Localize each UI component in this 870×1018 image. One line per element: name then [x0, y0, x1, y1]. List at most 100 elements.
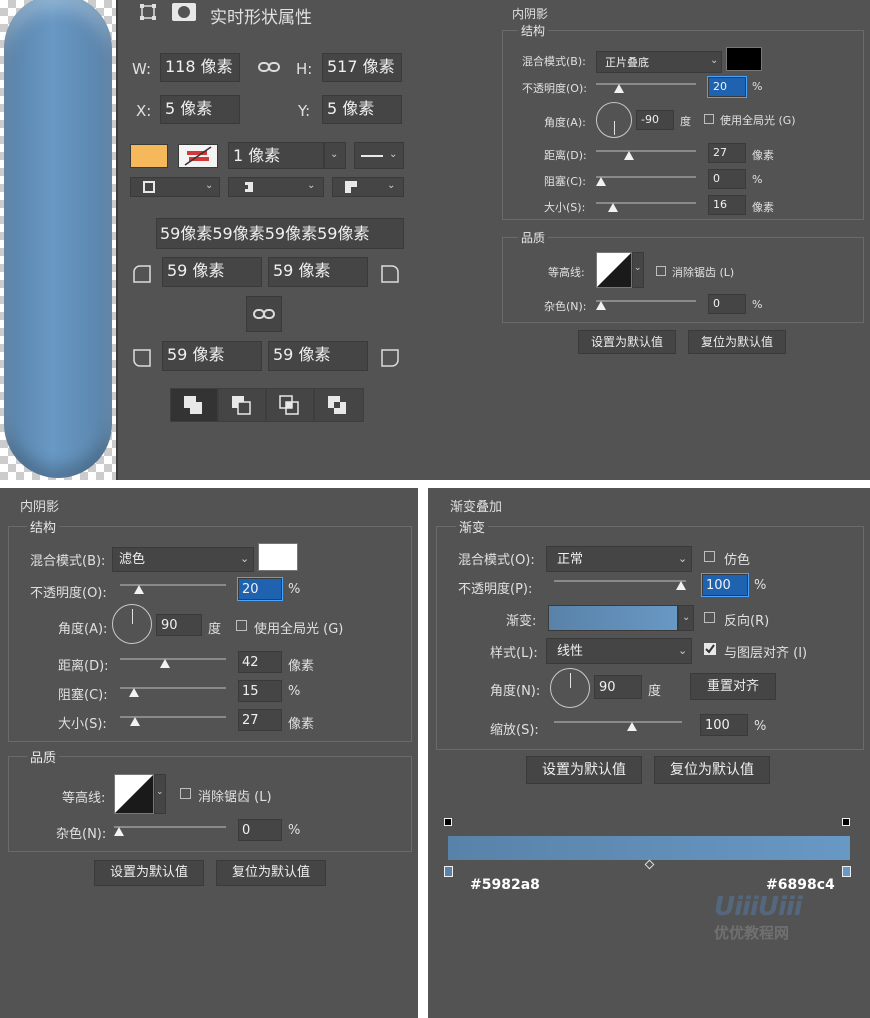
choke-field[interactable]: 15	[238, 680, 282, 702]
color-stop-right[interactable]	[842, 866, 851, 877]
choke-slider-thumb[interactable]	[596, 177, 606, 186]
stroke-cap-dropdown[interactable]: ⌄	[228, 177, 324, 197]
blend-mode-select[interactable]: 正常	[546, 546, 692, 572]
size-slider-thumb[interactable]	[130, 717, 140, 726]
gradient-editor-bar[interactable]	[448, 836, 850, 860]
width-field[interactable]: 118 像素	[160, 53, 240, 82]
distance-slider-thumb[interactable]	[624, 151, 634, 160]
opacity-stop-right[interactable]	[842, 818, 850, 826]
stroke-type-dropdown[interactable]: ⌄	[354, 142, 404, 169]
antialias-checkbox[interactable]	[180, 788, 191, 799]
shadow-color-swatch[interactable]	[258, 543, 298, 571]
noise-slider-track[interactable]	[596, 300, 696, 302]
corner-radii-field[interactable]: 59像素59像素59像素59像素	[156, 218, 404, 249]
angle-field[interactable]: -90	[636, 110, 674, 130]
reverse-checkbox[interactable]	[704, 612, 715, 623]
noise-slider-track[interactable]	[114, 826, 226, 828]
align-layer-checkbox[interactable]	[704, 643, 716, 655]
angle-dial[interactable]	[550, 668, 590, 708]
link-icon[interactable]	[258, 59, 280, 75]
reset-default-button[interactable]: 复位为默认值	[654, 756, 770, 784]
contour-dropdown[interactable]: ⌄	[632, 252, 644, 288]
choke-field[interactable]: 0	[708, 169, 746, 189]
angle-dial[interactable]	[596, 102, 632, 138]
blend-mode-label: 混合模式(B):	[30, 554, 106, 569]
set-default-button[interactable]: 设置为默认值	[526, 756, 642, 784]
radius-top-left-field[interactable]: 59 像素	[162, 257, 262, 287]
reset-default-button[interactable]: 复位为默认值	[216, 860, 326, 886]
distance-slider-track[interactable]	[120, 658, 226, 660]
stroke-width-field[interactable]: 1 像素	[228, 142, 324, 169]
reset-alignment-button[interactable]: 重置对齐	[690, 673, 776, 700]
stroke-width-dropdown[interactable]: ⌄	[324, 142, 346, 169]
global-light-checkbox[interactable]	[704, 114, 714, 124]
opacity-slider-track[interactable]	[596, 83, 696, 85]
choke-slider-thumb[interactable]	[129, 688, 139, 697]
gradient-dropdown[interactable]: ⌄	[678, 605, 694, 631]
intersect-shapes-icon[interactable]	[267, 389, 313, 421]
x-field[interactable]: 5 像素	[160, 95, 240, 124]
opacity-field[interactable]: 100	[701, 573, 749, 597]
contour-picker[interactable]	[596, 252, 632, 288]
reset-default-button[interactable]: 复位为默认值	[688, 330, 786, 354]
transform-icon[interactable]	[138, 2, 158, 22]
angle-field[interactable]: 90	[156, 614, 202, 636]
angle-dial[interactable]	[112, 604, 152, 644]
opacity-slider-thumb[interactable]	[614, 84, 624, 93]
stop-left-hex: #5982a8	[470, 877, 540, 893]
size-slider-thumb[interactable]	[608, 203, 618, 212]
opacity-slider-thumb[interactable]	[134, 585, 144, 594]
radius-bottom-left-field[interactable]: 59 像素	[162, 341, 262, 371]
noise-slider-thumb[interactable]	[596, 301, 606, 310]
y-field[interactable]: 5 像素	[322, 95, 402, 124]
height-field[interactable]: 517 像素	[322, 53, 402, 82]
exclude-shapes-icon[interactable]	[315, 389, 363, 421]
distance-field[interactable]: 27	[708, 143, 746, 163]
size-field[interactable]: 27	[238, 709, 282, 731]
dither-checkbox[interactable]	[704, 551, 715, 562]
distance-slider-track[interactable]	[596, 150, 696, 152]
global-light-checkbox[interactable]	[236, 620, 247, 631]
distance-field[interactable]: 42	[238, 651, 282, 673]
gradient-preview[interactable]	[548, 605, 678, 631]
blend-mode-select[interactable]: 滤色	[112, 547, 254, 572]
color-stop-left[interactable]	[444, 866, 453, 877]
distance-slider-thumb[interactable]	[160, 659, 170, 668]
w-label: W:	[132, 60, 152, 78]
opacity-slider-track[interactable]	[554, 580, 686, 582]
angle-field[interactable]: 90	[594, 675, 642, 699]
choke-label: 阻塞(C):	[544, 175, 586, 188]
radius-bottom-right-field[interactable]: 59 像素	[268, 341, 368, 371]
noise-field[interactable]: 0	[238, 819, 282, 841]
radius-top-right-field[interactable]: 59 像素	[268, 257, 368, 287]
opacity-field[interactable]: 20	[707, 76, 747, 98]
fill-swatch[interactable]	[130, 144, 168, 168]
stroke-corner-dropdown[interactable]: ⌄	[332, 177, 404, 197]
set-default-button[interactable]: 设置为默认值	[578, 330, 676, 354]
opacity-stop-left[interactable]	[444, 818, 452, 826]
contour-picker[interactable]	[114, 774, 154, 814]
subtract-shapes-icon[interactable]	[219, 389, 265, 421]
noise-slider-thumb[interactable]	[114, 827, 124, 836]
scale-field[interactable]: 100	[700, 714, 748, 736]
mask-icon[interactable]	[172, 3, 196, 21]
stroke-swatch[interactable]	[178, 144, 218, 168]
contour-dropdown[interactable]: ⌄	[154, 774, 166, 814]
scale-slider-track[interactable]	[554, 721, 682, 723]
link-radii-button[interactable]	[246, 296, 282, 332]
stroke-align-dropdown[interactable]: ⌄	[130, 177, 220, 197]
combine-shapes-icon[interactable]	[171, 389, 217, 421]
gradient-midpoint[interactable]	[644, 859, 655, 870]
style-select[interactable]: 线性	[546, 638, 692, 664]
shadow-color-swatch[interactable]	[726, 47, 762, 71]
choke-slider-track[interactable]	[596, 176, 696, 178]
blend-mode-select[interactable]: 正片叠底	[596, 51, 722, 73]
opacity-slider-thumb[interactable]	[676, 581, 686, 590]
noise-field[interactable]: 0	[708, 294, 746, 314]
set-default-button[interactable]: 设置为默认值	[94, 860, 204, 886]
scale-slider-thumb[interactable]	[627, 722, 637, 731]
chevron-down-icon: ⌄	[387, 180, 396, 191]
size-field[interactable]: 16	[708, 195, 746, 215]
opacity-field[interactable]: 20	[237, 577, 283, 601]
antialias-checkbox[interactable]	[656, 266, 666, 276]
